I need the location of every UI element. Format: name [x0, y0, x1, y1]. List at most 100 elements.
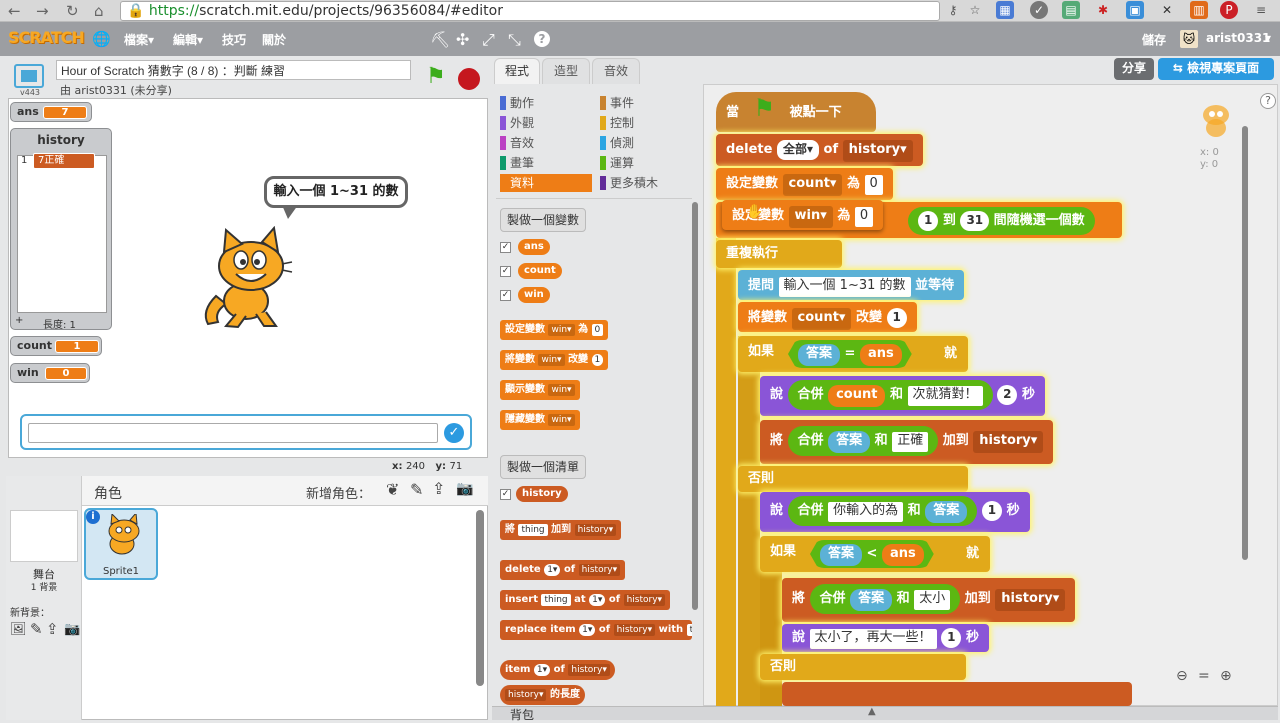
upload-sprite-icon[interactable]: ⇪ [432, 479, 445, 498]
zoom-out-icon[interactable]: ⊖ [1176, 668, 1188, 684]
menu-about[interactable]: 關於 [262, 31, 286, 48]
backpack-label[interactable]: 背包 [510, 706, 534, 723]
back-icon[interactable]: ← [8, 2, 21, 20]
tab-costumes[interactable]: 造型 [542, 58, 590, 84]
stage-thumbnail[interactable] [10, 510, 78, 562]
item-of-list-reporter[interactable]: item 1▾ of history▾ [500, 660, 615, 680]
join-operator[interactable]: 合併 你輸入的為 和 答案 [787, 496, 978, 526]
when-flag-clicked-hat[interactable]: 當 ⚑ 被點一下 [716, 92, 876, 132]
fullscreen-icon[interactable] [14, 64, 44, 88]
extension-icon[interactable]: ▣ [1126, 1, 1144, 19]
say-for-secs-block[interactable]: 說 合併 你輸入的為 和 答案 1 秒 [760, 492, 1030, 532]
home-icon[interactable]: ⌂ [94, 2, 104, 20]
list-reporter-history[interactable]: history [516, 486, 568, 502]
cut-icon[interactable]: ✣ [456, 30, 469, 49]
info-icon[interactable]: i [86, 510, 100, 524]
key-icon[interactable]: ⚷ [944, 1, 962, 19]
menu-edit[interactable]: 編輯▾ [173, 31, 203, 48]
reload-icon[interactable]: ↻ [66, 2, 79, 20]
var-reporter-count[interactable]: count [518, 263, 562, 279]
chevron-down-icon[interactable]: ▾ [1265, 31, 1271, 45]
replace-item-block[interactable]: replace item 1▾ of history▾ with t [500, 620, 692, 640]
brush-icon[interactable]: ✎ [30, 620, 43, 638]
category-motion[interactable]: 動作 [500, 94, 592, 112]
say-for-secs-block[interactable]: 說 太小了，再大一些！ 1 秒 [782, 624, 989, 652]
see-project-page-button[interactable]: ⇆ 檢視專案頁面 [1158, 58, 1274, 80]
pick-random-block[interactable]: 1 到 31 間隨機選一個數 [908, 207, 1095, 235]
extension-icon[interactable]: ▥ [1190, 1, 1208, 19]
checkbox-count[interactable]: ✓ [500, 266, 511, 277]
add-to-list-block[interactable]: 將 thing 加到 history▾ [500, 520, 622, 540]
if-else-block[interactable]: 如果 答案 = ans 就 [738, 336, 968, 372]
answer-input[interactable] [28, 423, 438, 443]
help-icon[interactable]: ? [1260, 93, 1276, 109]
username[interactable]: arist0331 [1206, 31, 1270, 45]
grow-icon[interactable]: ⤢ [482, 30, 495, 50]
tab-sounds[interactable]: 音效 [592, 58, 640, 84]
add-to-list-block[interactable]: 將 合併 答案 和 正確 加到 history▾ [760, 420, 1054, 464]
upload-icon[interactable]: ⇪ [46, 620, 59, 638]
list-item[interactable]: 7正確 [33, 153, 95, 169]
add-item-icon[interactable]: + [15, 315, 23, 326]
category-control[interactable]: 控制 [600, 114, 692, 132]
category-sensing[interactable]: 偵測 [600, 134, 692, 152]
stop-icon[interactable] [458, 68, 480, 90]
category-pen[interactable]: 畫筆 [500, 154, 592, 172]
sprite-tile-sprite1[interactable]: i Sprite1 [84, 508, 158, 580]
make-variable-button[interactable]: 製做一個變數 [500, 208, 586, 232]
extension-icon[interactable]: ▤ [1062, 1, 1080, 19]
extension-icon[interactable]: ▦ [996, 1, 1014, 19]
set-count-block[interactable]: 設定變數 count▾ 為 0 [716, 168, 893, 200]
equals-operator[interactable]: 答案 = ans [788, 340, 912, 368]
change-count-block[interactable]: 將變數 count▾ 改變 1 [738, 302, 917, 332]
star-icon[interactable]: ☆ [966, 1, 984, 19]
if-else-block[interactable]: 如果 答案 < ans 就 [760, 536, 990, 572]
shrink-icon[interactable]: ⤡ [508, 30, 521, 50]
pocket-icon[interactable]: ✓ [1030, 1, 1048, 19]
close-icon[interactable]: ✕ [1158, 1, 1176, 19]
join-operator[interactable]: 合併 答案 和 正確 [787, 426, 939, 456]
palette-scrollbar[interactable] [692, 202, 698, 610]
category-more-blocks[interactable]: 更多積木 [600, 174, 692, 192]
help-icon[interactable]: ? [534, 31, 550, 47]
scratch-logo[interactable]: SCRATCH [8, 28, 85, 47]
join-operator[interactable]: 合併 答案 和 太小 [809, 584, 961, 614]
globe-icon[interactable]: 🌐 [92, 30, 111, 48]
show-variable-block[interactable]: 顯示變數 win▾ [500, 380, 580, 400]
set-variable-block[interactable]: 設定變數 win▾ 為 0 [500, 320, 609, 340]
less-than-operator[interactable]: 答案 < ans [810, 540, 934, 568]
menu-file[interactable]: 檔案▾ [124, 31, 154, 48]
join-operator[interactable]: 合併 count 和 次就猜對！ [787, 380, 993, 410]
menu-icon[interactable]: ≡ [1252, 1, 1270, 19]
url-bar[interactable]: 🔒 https://scratch.mit.edu/projects/96356… [120, 1, 940, 21]
checkbox-ans[interactable]: ✓ [500, 242, 511, 253]
duplicate-icon[interactable]: ⛏ [430, 30, 450, 49]
forever-block[interactable]: 重複執行 [716, 240, 842, 268]
checkbox-history[interactable]: ✓ [500, 489, 511, 500]
change-variable-block[interactable]: 將變數 win▾ 改變 1 [500, 350, 609, 370]
ask-and-wait-block[interactable]: 提問 輸入一個 1~31 的數 並等待 [738, 270, 965, 300]
cat-sprite[interactable] [196, 226, 296, 330]
delete-of-list-block[interactable]: delete 1▾ of history▾ [500, 560, 626, 580]
tab-scripts[interactable]: 程式 [494, 58, 540, 84]
camera-icon[interactable]: 📷 [64, 622, 80, 637]
choose-sprite-icon[interactable]: ❦ [386, 480, 399, 499]
make-list-button[interactable]: 製做一個清單 [500, 455, 586, 479]
var-reporter-ans[interactable]: ans [518, 239, 550, 255]
backpack-bar[interactable] [492, 706, 1278, 720]
category-looks[interactable]: 外觀 [500, 114, 592, 132]
menu-tips[interactable]: 技巧 [222, 31, 246, 48]
forward-icon[interactable]: → [36, 2, 49, 20]
var-reporter-win[interactable]: win [518, 287, 550, 303]
share-button[interactable]: 分享 [1114, 58, 1154, 80]
user-avatar[interactable]: 🐱 [1180, 30, 1198, 48]
length-of-list-reporter[interactable]: history▾ 的長度 [500, 685, 585, 705]
delete-all-of-list-block[interactable]: delete 全部▾ of history▾ [716, 134, 923, 166]
checkbox-win[interactable]: ✓ [500, 290, 511, 301]
script-area-scrollbar[interactable] [1242, 126, 1248, 560]
extension-icon[interactable]: ✱ [1094, 1, 1112, 19]
paint-sprite-icon[interactable]: ✎ [410, 480, 423, 499]
chevron-up-icon[interactable]: ▲ [868, 706, 876, 717]
insert-at-list-block[interactable]: insert thing at 1▾ of history▾ [500, 590, 671, 610]
check-icon[interactable]: ✓ [444, 423, 464, 443]
